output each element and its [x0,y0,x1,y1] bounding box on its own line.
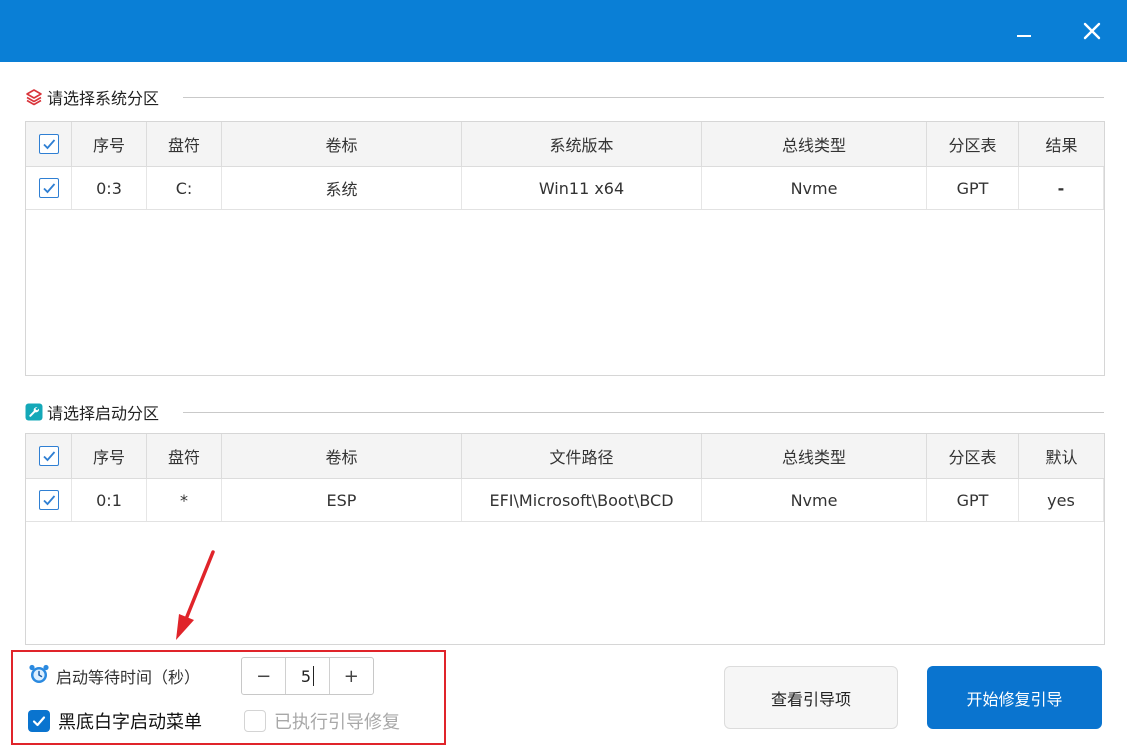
column-header[interactable]: 盘符 [147,434,222,478]
cell-path: EFI\Microsoft\Boot\BCD [462,479,702,521]
check-icon [42,183,55,194]
decrement-button[interactable]: − [242,658,285,694]
column-header[interactable]: 序号 [72,434,147,478]
black-menu-option[interactable]: 黑底白字启动菜单 [28,706,202,736]
delay-label: 启动等待时间（秒） [56,668,201,687]
column-header[interactable]: 总线类型 [702,434,927,478]
check-icon [42,495,55,506]
minimize-icon [1017,35,1031,37]
text-caret [313,666,315,686]
system-partition-table: 序号 盘符 卷标 系统版本 总线类型 分区表 结果 0:3 C: 系统 Win1… [25,121,1105,376]
cell-default: yes [1019,479,1104,521]
cell-label: ESP [222,479,462,521]
cell-drive: * [147,479,222,521]
cell-bus: Nvme [702,479,927,521]
increment-button[interactable]: + [330,658,373,694]
alarm-clock-icon [28,663,50,689]
row-checkbox[interactable] [26,167,72,209]
cell-index: 0:1 [72,479,147,521]
wrench-icon [25,403,43,421]
title-bar [0,0,1127,62]
delay-value: 5 [300,666,312,686]
black-menu-label: 黑底白字启动菜单 [58,712,202,733]
select-all-checkbox[interactable] [26,122,72,166]
cell-result: - [1019,167,1104,209]
layers-icon [25,88,43,106]
boot-section-title: 请选择启动分区 [25,401,159,423]
executed-label: 已执行引导修复 [274,712,400,733]
table-row[interactable]: 0:3 C: 系统 Win11 x64 Nvme GPT - [26,167,1104,210]
select-all-checkbox[interactable] [26,434,72,478]
column-header[interactable]: 序号 [72,122,147,166]
system-section-label: 请选择系统分区 [47,89,160,108]
column-header[interactable]: 结果 [1019,122,1104,166]
close-icon [1083,22,1101,40]
executed-option[interactable]: 已执行引导修复 [244,706,400,736]
annotation-arrow-icon [176,550,215,640]
check-icon [32,716,46,727]
cell-partition-table: GPT [927,167,1019,209]
check-icon [42,451,55,462]
column-header[interactable]: 文件路径 [462,434,702,478]
column-header[interactable]: 系统版本 [462,122,702,166]
table-header: 序号 盘符 卷标 文件路径 总线类型 分区表 默认 [26,434,1104,479]
column-header[interactable]: 盘符 [147,122,222,166]
view-boot-entries-button[interactable]: 查看引导项 [724,666,898,729]
row-checkbox[interactable] [26,479,72,521]
column-header[interactable]: 分区表 [927,434,1019,478]
cell-version: Win11 x64 [462,167,702,209]
system-section-title: 请选择系统分区 [25,86,159,108]
system-section-divider [183,97,1104,98]
start-repair-button[interactable]: 开始修复引导 [927,666,1102,729]
minimize-button[interactable] [994,0,1054,62]
black-menu-checkbox[interactable] [28,710,50,732]
column-header[interactable]: 卷标 [222,122,462,166]
column-header[interactable]: 分区表 [927,122,1019,166]
close-button[interactable] [1062,0,1122,62]
cell-partition-table: GPT [927,479,1019,521]
column-header[interactable]: 总线类型 [702,122,927,166]
column-header[interactable]: 默认 [1019,434,1104,478]
delay-stepper[interactable]: − 5 + [241,657,374,695]
check-icon [42,139,55,150]
table-header: 序号 盘符 卷标 系统版本 总线类型 分区表 结果 [26,122,1104,167]
boot-section-divider [183,412,1104,413]
cell-bus: Nvme [702,167,927,209]
table-row[interactable]: 0:1 * ESP EFI\Microsoft\Boot\BCD Nvme GP… [26,479,1104,522]
boot-section-label: 请选择启动分区 [47,404,160,423]
executed-checkbox[interactable] [244,710,266,732]
delay-value-input[interactable]: 5 [285,658,330,694]
cell-index: 0:3 [72,167,147,209]
delay-option: 启动等待时间（秒） [28,657,200,695]
column-header[interactable]: 卷标 [222,434,462,478]
cell-drive: C: [147,167,222,209]
cell-label: 系统 [222,167,462,209]
